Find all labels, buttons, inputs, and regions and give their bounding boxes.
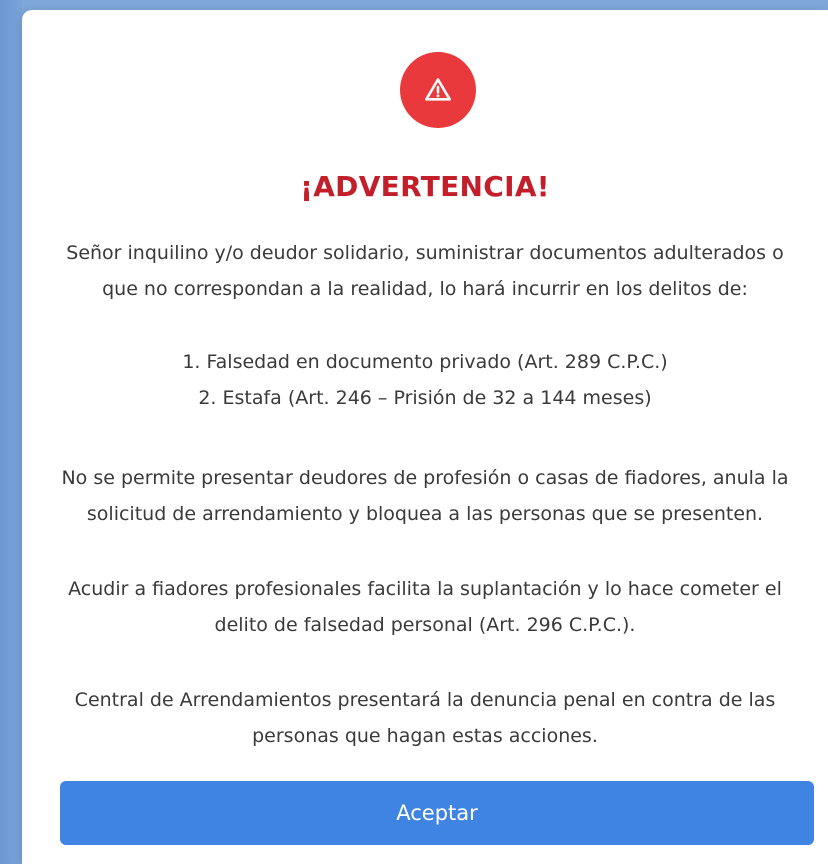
warning-paragraph-guarantors: No se permite presentar deudores de prof… <box>61 467 789 525</box>
accept-button[interactable]: Aceptar <box>60 781 814 845</box>
crime-item: 2. Estafa (Art. 246 – Prisión de 32 a 14… <box>198 387 652 409</box>
warning-dialog: ¡ADVERTENCIA! Señor inquilino y/o deudor… <box>22 10 828 864</box>
warning-paragraph-impersonation: Acudir a fiadores profesionales facilita… <box>68 578 782 636</box>
warning-paragraph-complaint: Central de Arrendamientos presentará la … <box>74 689 776 747</box>
warning-badge <box>400 52 476 128</box>
page-backdrop <box>0 0 22 864</box>
warning-paragraph-documents: Señor inquilino y/o deudor solidario, su… <box>66 242 784 300</box>
crime-item: 1. Falsedad en documento privado (Art. 2… <box>182 351 668 373</box>
warning-triangle-icon <box>425 78 451 101</box>
crimes-list: 1. Falsedad en documento privado (Art. 2… <box>52 344 798 416</box>
dialog-title: ¡ADVERTENCIA! <box>300 170 550 203</box>
